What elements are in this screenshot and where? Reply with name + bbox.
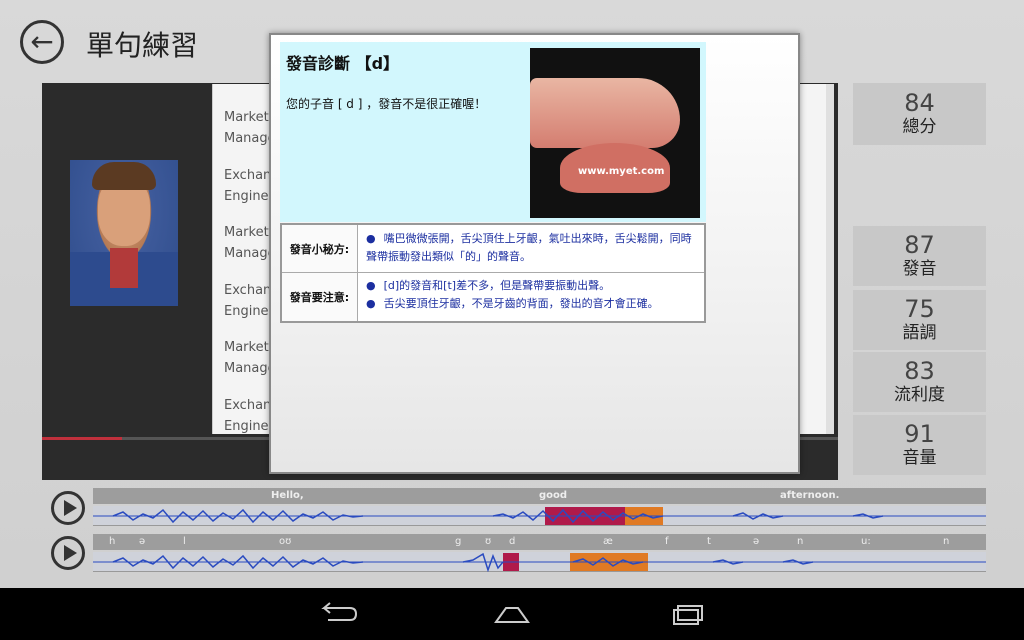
phone-label[interactable]: t: [707, 536, 711, 547]
list-item[interactable]: Manage: [224, 243, 276, 264]
play-button-reference[interactable]: [51, 491, 85, 525]
waveform-phones-svg: [93, 552, 986, 573]
back-button[interactable]: ←: [20, 20, 64, 64]
phone-label[interactable]: n: [943, 536, 949, 547]
back-arrow-icon[interactable]: [320, 600, 360, 628]
image-watermark: www.myet.com: [578, 166, 665, 177]
phone-label[interactable]: f: [665, 536, 669, 547]
waveform-phones[interactable]: [93, 552, 986, 573]
word-label-bar: Hello, good afternoon.: [93, 488, 986, 504]
list-item[interactable]: Exchan: [224, 165, 271, 186]
play-button-user[interactable]: [51, 536, 85, 570]
phone-label[interactable]: g: [455, 536, 461, 547]
notes-text: ● [d]的發音和[t]差不多，但是聲帶要振動出聲。 ● 舌尖要頂住牙齦，不是牙齒的…: [366, 277, 696, 313]
recents-icon[interactable]: [668, 602, 708, 626]
phone-label[interactable]: ʊ: [485, 536, 491, 547]
phone-label[interactable]: l: [183, 536, 186, 547]
phone-label[interactable]: æ: [603, 536, 613, 547]
score-pronunciation: 87 發音: [853, 226, 986, 286]
score-label: 發音: [902, 259, 937, 279]
word-label[interactable]: afternoon.: [780, 490, 839, 501]
phone-label[interactable]: d: [509, 536, 515, 547]
score-fluency: 83 流利度: [853, 352, 986, 412]
mouth-animation-image[interactable]: www.myet.com: [530, 48, 700, 218]
score-total-value: 84: [904, 89, 935, 117]
notes-label: 發音要注意:: [282, 273, 358, 321]
phone-label[interactable]: ə: [139, 536, 145, 547]
phone-label[interactable]: oʊ: [279, 536, 291, 547]
list-item[interactable]: Marketi: [224, 107, 272, 128]
score-label: 流利度: [894, 385, 945, 405]
phone-label[interactable]: ə: [753, 536, 759, 547]
list-item[interactable]: Exchan: [224, 395, 271, 416]
page-title: 單句練習: [86, 29, 199, 62]
play-icon: [63, 500, 77, 516]
tips-table: 發音小秘方: ● 嘴巴微微張開，舌尖頂住上牙齦，氣吐出來時，舌尖鬆開，同時聲帶振動…: [280, 223, 706, 323]
list-item[interactable]: Exchan: [224, 280, 271, 301]
tips-text: ● 嘴巴微微張開，舌尖頂住上牙齦，氣吐出來時，舌尖鬆開，同時聲帶振動發出類似「的」…: [366, 230, 696, 266]
score-intonation: 75 語調: [853, 290, 986, 350]
speaker-photo: [70, 160, 178, 306]
play-icon: [63, 545, 77, 561]
waveform-words-svg: [93, 507, 986, 525]
list-item[interactable]: Marketi: [224, 337, 272, 358]
score-total-label: 總分: [902, 117, 937, 137]
list-item: ● 舌尖要頂住牙齦，不是牙齒的背面，發出的音才會正確。: [366, 297, 659, 310]
score-label: 音量: [902, 448, 937, 468]
phone-label[interactable]: h: [109, 536, 115, 547]
diagnosis-message: 您的子音 [ d ] ，發音不是很正確喔！: [286, 97, 487, 111]
word-label[interactable]: Hello,: [271, 490, 304, 501]
list-item: ● [d]的發音和[t]差不多，但是聲帶要振動出聲。: [366, 279, 611, 292]
word-label[interactable]: good: [539, 490, 567, 501]
phone-label[interactable]: u:: [861, 536, 871, 547]
list-item: ● 嘴巴微微張開，舌尖頂住上牙齦，氣吐出來時，舌尖鬆開，同時聲帶振動發出類似「的」…: [366, 232, 692, 263]
notes-row: 發音要注意: ● [d]的發音和[t]差不多，但是聲帶要振動出聲。 ● 舌尖要頂住牙…: [282, 273, 704, 321]
list-item[interactable]: Manage: [224, 128, 276, 149]
waveform-words[interactable]: [93, 506, 986, 526]
phone-label-bar: h ə l oʊ g ʊ d æ f t ə n u: n: [93, 534, 986, 550]
score-value: 91: [904, 420, 935, 448]
list-scrollbar[interactable]: [826, 84, 834, 434]
tips-label: 發音小秘方:: [282, 225, 358, 272]
score-value: 87: [904, 231, 935, 259]
video-progress-fill: [42, 437, 122, 440]
diagnosis-title: 發音診斷 【d】: [286, 54, 400, 73]
score-label: 語調: [902, 323, 937, 343]
home-icon[interactable]: [492, 602, 532, 626]
score-volume: 91 音量: [853, 415, 986, 475]
list-item[interactable]: Marketi: [224, 222, 272, 243]
phone-label[interactable]: n: [797, 536, 803, 547]
score-value: 83: [904, 357, 935, 385]
score-total: 84 總分: [853, 83, 986, 145]
score-value: 75: [904, 295, 935, 323]
list-item[interactable]: Manage: [224, 358, 276, 379]
tips-row: 發音小秘方: ● 嘴巴微微張開，舌尖頂住上牙齦，氣吐出來時，舌尖鬆開，同時聲帶振動…: [282, 225, 704, 273]
back-arrow-icon: ←: [30, 25, 54, 58]
